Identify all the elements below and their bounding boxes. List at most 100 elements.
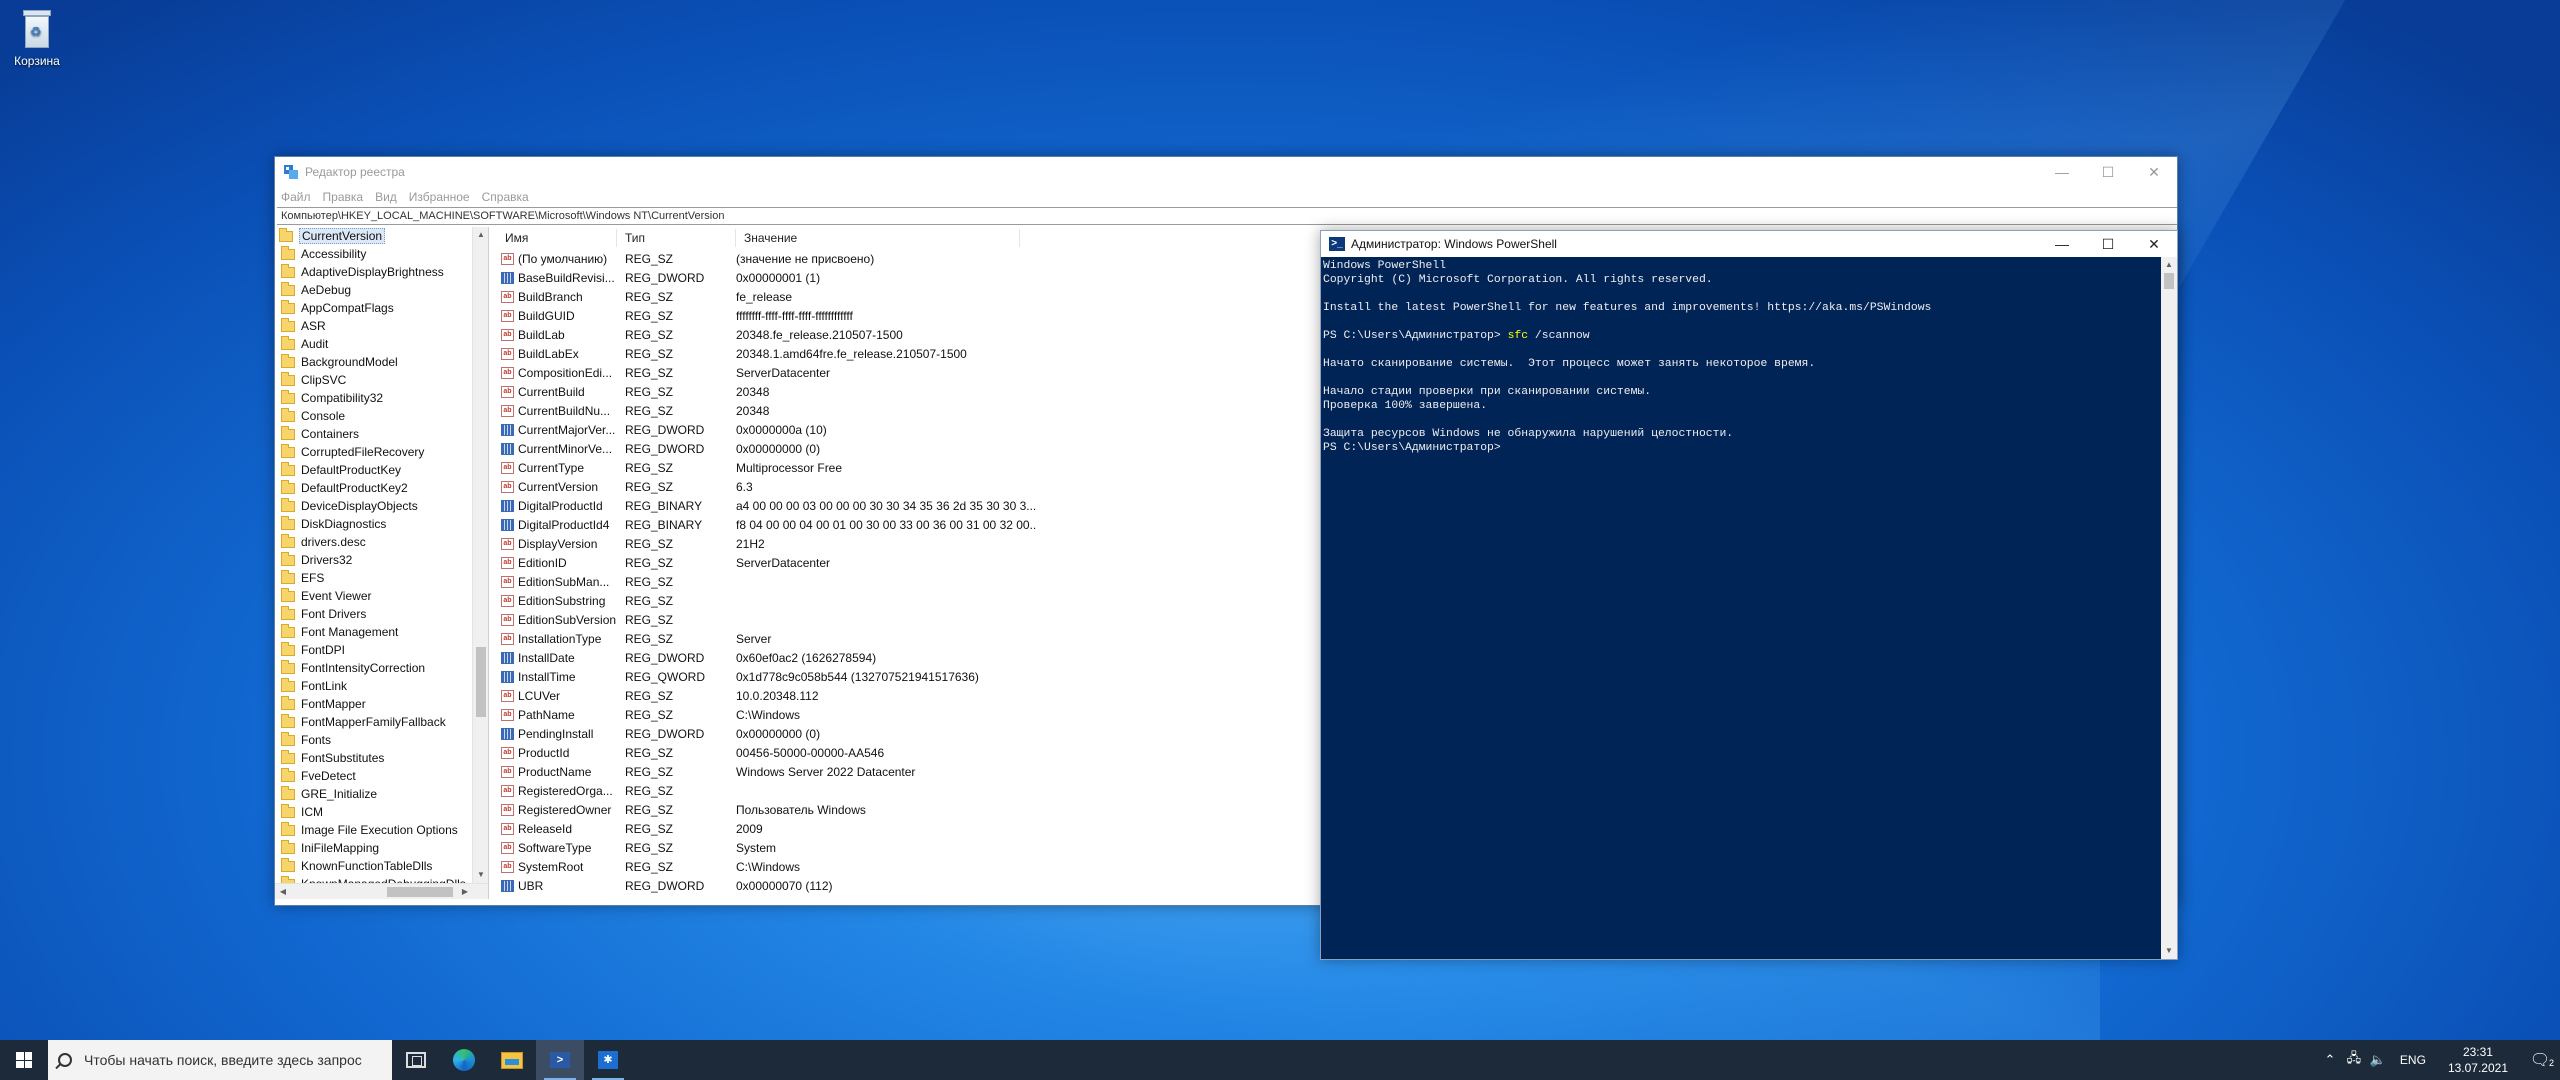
- scroll-thumb[interactable]: [387, 887, 453, 897]
- tree-node[interactable]: Console: [275, 407, 488, 425]
- tree-node[interactable]: AeDebug: [275, 281, 488, 299]
- tree-node[interactable]: Audit: [275, 335, 488, 353]
- tree-horizontal-scrollbar[interactable]: ◀ ▶: [275, 883, 488, 899]
- console-line: Начало стадии проверки при сканировании …: [1323, 386, 1652, 398]
- close-button[interactable]: ✕: [2131, 231, 2177, 257]
- tree-node[interactable]: IniFileMapping: [275, 839, 488, 857]
- menu-file[interactable]: Файл: [281, 190, 311, 204]
- tree-node[interactable]: FontMapperFamilyFallback: [275, 713, 488, 731]
- value-name-cell: DigitalProductId4: [497, 518, 617, 532]
- scroll-down-arrow-icon[interactable]: ▼: [473, 867, 488, 883]
- value-data-cell: 0x00000070 (112): [736, 878, 833, 893]
- column-header-value[interactable]: Значение: [736, 229, 1020, 247]
- tree-node[interactable]: Font Drivers: [275, 605, 488, 623]
- tree-node-selected[interactable]: CurrentVersion: [275, 227, 488, 245]
- tree-node[interactable]: Accessibility: [275, 245, 488, 263]
- tree-vertical-scrollbar[interactable]: ▲ ▼: [472, 227, 488, 883]
- tree-node[interactable]: EFS: [275, 569, 488, 587]
- scroll-thumb[interactable]: [476, 647, 486, 717]
- taskbar-powershell-button[interactable]: >: [536, 1040, 584, 1080]
- taskbar-search-box[interactable]: Чтобы начать поиск, введите здесь запрос: [48, 1040, 392, 1080]
- value-name-cell: ab EditionSubMan...: [497, 575, 617, 589]
- value-type-cell: REG_DWORD: [625, 878, 705, 893]
- tree-node[interactable]: ASR: [275, 317, 488, 335]
- powershell-titlebar[interactable]: >_ Администратор: Windows PowerShell — ☐…: [1321, 231, 2177, 257]
- tree-node[interactable]: Font Management: [275, 623, 488, 641]
- volume-muted-icon[interactable]: 🔈: [2366, 1052, 2390, 1068]
- menu-favorites[interactable]: Избранное: [409, 190, 470, 204]
- tree-node[interactable]: Compatibility32: [275, 389, 488, 407]
- tree-node[interactable]: FontDPI: [275, 641, 488, 659]
- registry-address-bar[interactable]: Компьютер\HKEY_LOCAL_MACHINE\SOFTWARE\Mi…: [277, 207, 2177, 225]
- value-name: ReleaseId: [518, 821, 573, 836]
- taskbar-clock[interactable]: 23:31 13.07.2021: [2436, 1044, 2520, 1076]
- tree-node[interactable]: KnownFunctionTableDlls: [275, 857, 488, 875]
- tree-node[interactable]: DefaultProductKey: [275, 461, 488, 479]
- tree-node[interactable]: ClipSVC: [275, 371, 488, 389]
- maximize-button[interactable]: ☐: [2085, 157, 2131, 187]
- menu-view[interactable]: Вид: [375, 190, 397, 204]
- column-header-type[interactable]: Тип: [617, 229, 736, 247]
- notification-center-button[interactable]: 🗨 2: [2520, 1050, 2560, 1070]
- tree-node[interactable]: AdaptiveDisplayBrightness: [275, 263, 488, 281]
- scroll-thumb[interactable]: [2164, 273, 2174, 289]
- powershell-console-output[interactable]: Windows PowerShell Copyright (C) Microsof…: [1321, 257, 2161, 959]
- scroll-right-arrow-icon[interactable]: ▶: [457, 884, 473, 899]
- tree-node[interactable]: drivers.desc: [275, 533, 488, 551]
- taskbar-regedit-button[interactable]: ✱: [584, 1040, 632, 1080]
- tree-node[interactable]: FontMapper: [275, 695, 488, 713]
- tree-node[interactable]: DiskDiagnostics: [275, 515, 488, 533]
- powershell-window[interactable]: >_ Администратор: Windows PowerShell — ☐…: [1320, 230, 2178, 960]
- task-view-button[interactable]: [392, 1040, 440, 1080]
- tree-node[interactable]: Drivers32: [275, 551, 488, 569]
- tree-node[interactable]: BackgroundModel: [275, 353, 488, 371]
- minimize-button[interactable]: —: [2039, 157, 2085, 187]
- tree-node[interactable]: DeviceDisplayObjects: [275, 497, 488, 515]
- value-type-cell: REG_DWORD: [625, 726, 705, 741]
- tree-node[interactable]: CorruptedFileRecovery: [275, 443, 488, 461]
- scroll-up-arrow-icon[interactable]: ▲: [473, 227, 488, 243]
- tree-node-label: Event Viewer: [301, 589, 372, 603]
- tree-node[interactable]: Fonts: [275, 731, 488, 749]
- scroll-left-arrow-icon[interactable]: ◀: [275, 884, 291, 899]
- value-type-cell: REG_SZ: [625, 403, 674, 418]
- minimize-button[interactable]: —: [2039, 231, 2085, 257]
- tree-node[interactable]: Event Viewer: [275, 587, 488, 605]
- start-button[interactable]: [0, 1040, 48, 1080]
- menu-help[interactable]: Справка: [482, 190, 529, 204]
- close-button[interactable]: ✕: [2131, 157, 2177, 187]
- tree-node[interactable]: FontSubstitutes: [275, 749, 488, 767]
- show-hidden-icons-chevron-icon[interactable]: ⌃: [2318, 1052, 2342, 1068]
- string-value-icon: ab: [501, 841, 514, 854]
- scroll-down-arrow-icon[interactable]: ▼: [2161, 943, 2177, 959]
- value-name: BuildBranch: [518, 289, 583, 304]
- tree-node[interactable]: FontIntensityCorrection: [275, 659, 488, 677]
- column-header-name[interactable]: Имя: [497, 229, 617, 247]
- registry-key-tree[interactable]: CurrentVersion Accessibility AdaptiveDispl…: [275, 227, 489, 899]
- tree-node[interactable]: GRE_Initialize: [275, 785, 488, 803]
- tree-node[interactable]: FveDetect: [275, 767, 488, 785]
- tree-node[interactable]: ICM: [275, 803, 488, 821]
- regedit-titlebar[interactable]: Редактор реестра — ☐ ✕: [275, 157, 2177, 187]
- scroll-up-arrow-icon[interactable]: ▲: [2161, 257, 2177, 273]
- taskbar-explorer-button[interactable]: [488, 1040, 536, 1080]
- tree-node-label: DefaultProductKey2: [301, 481, 408, 495]
- tree-node[interactable]: DefaultProductKey2: [275, 479, 488, 497]
- tree-node[interactable]: AppCompatFlags: [275, 299, 488, 317]
- string-value-icon: ab: [501, 765, 514, 778]
- network-icon[interactable]: 🖧: [2342, 1049, 2366, 1071]
- menu-edit[interactable]: Правка: [323, 190, 364, 204]
- tree-node[interactable]: FontLink: [275, 677, 488, 695]
- tree-node[interactable]: Containers: [275, 425, 488, 443]
- value-name-cell: UBR: [497, 879, 617, 893]
- tree-node[interactable]: Image File Execution Options: [275, 821, 488, 839]
- taskbar-edge-button[interactable]: [440, 1040, 488, 1080]
- powershell-icon: >: [550, 1052, 570, 1068]
- string-value-icon: ab: [501, 613, 514, 626]
- input-language[interactable]: ENG: [2390, 1053, 2436, 1067]
- recycle-bin-desktop-icon[interactable]: ♻ Корзина: [8, 8, 66, 68]
- maximize-button[interactable]: ☐: [2085, 231, 2131, 257]
- console-scrollbar[interactable]: ▲ ▼: [2161, 257, 2177, 959]
- value-data-cell: 21H2: [736, 536, 765, 551]
